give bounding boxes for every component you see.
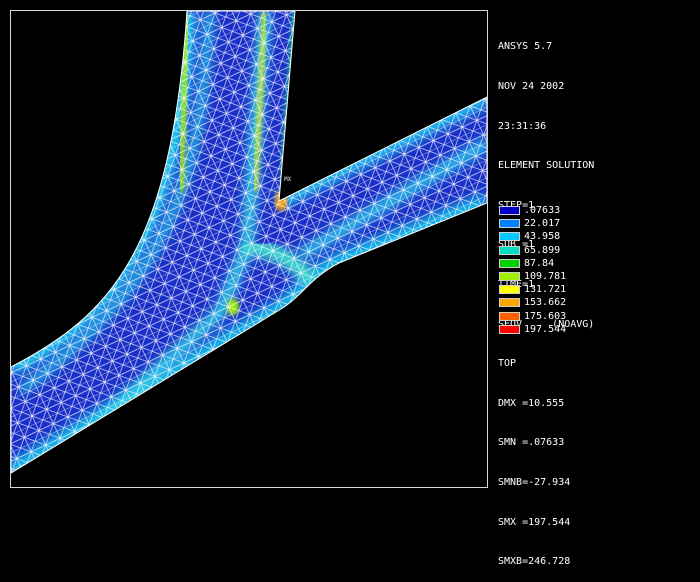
legend-entry: 131.721 xyxy=(498,283,698,296)
contour-legend: .07633 22.017 43.958 65.899 87.84 109.781 131.… xyxy=(498,204,698,336)
max-marker-label: MX xyxy=(284,176,292,183)
legend-value: 109.781 xyxy=(524,270,567,282)
smnb-value: SMNB=-27.934 xyxy=(498,476,571,488)
legend-value: 197.544 xyxy=(524,323,567,335)
legend-swatch xyxy=(499,285,520,295)
legend-entry: 153.662 xyxy=(498,296,698,309)
run-time: 23:31:36 xyxy=(498,120,547,132)
legend-entry: 43.958 xyxy=(498,230,698,243)
legend-entry: .07633 xyxy=(498,204,698,217)
legend-entry: 87.84 xyxy=(498,257,698,270)
max-stress-marker: MX xyxy=(284,176,292,183)
legend-swatch xyxy=(499,232,520,242)
legend-value: .07633 xyxy=(524,205,561,216)
legend-entry: 197.544 xyxy=(498,323,698,336)
plot-type: ELEMENT SOLUTION xyxy=(498,160,595,172)
dmx-value: DMX =10.555 xyxy=(498,397,565,409)
legend-swatch xyxy=(499,311,520,321)
legend-entry: 109.781 xyxy=(498,270,698,283)
legend-swatch xyxy=(499,219,520,229)
fea-mesh-geometry xyxy=(11,11,487,474)
legend-swatch xyxy=(499,206,520,215)
legend-swatch xyxy=(499,324,520,334)
program-name: ANSYS 5.7 xyxy=(498,41,553,53)
stress-contour-plot: MX xyxy=(11,11,487,474)
run-date: NOV 24 2002 xyxy=(498,81,565,92)
legend-entry: 175.603 xyxy=(498,310,698,323)
legend-value: 87.84 xyxy=(524,257,555,269)
legend-value: 153.662 xyxy=(524,297,567,309)
legend-value: 175.603 xyxy=(524,310,567,322)
legend-entry: 65.899 xyxy=(498,244,698,257)
legend-value: 65.899 xyxy=(524,244,561,256)
smn-value: SMN =.07633 xyxy=(498,437,565,449)
legend-swatch xyxy=(499,245,520,255)
legend-value: 22.017 xyxy=(524,218,561,230)
smx-value: SMX =197.544 xyxy=(498,516,571,528)
legend-entry: 22.017 xyxy=(498,217,698,230)
smxb-value: SMXB=246.728 xyxy=(498,556,571,568)
legend-value: 43.958 xyxy=(524,231,561,243)
graphics-viewport[interactable]: MX xyxy=(10,10,488,488)
layer-value: TOP xyxy=(498,358,517,370)
legend-swatch xyxy=(499,271,520,281)
legend-value: 131.721 xyxy=(524,284,567,296)
legend-swatch xyxy=(499,258,520,268)
legend-swatch xyxy=(499,298,520,308)
